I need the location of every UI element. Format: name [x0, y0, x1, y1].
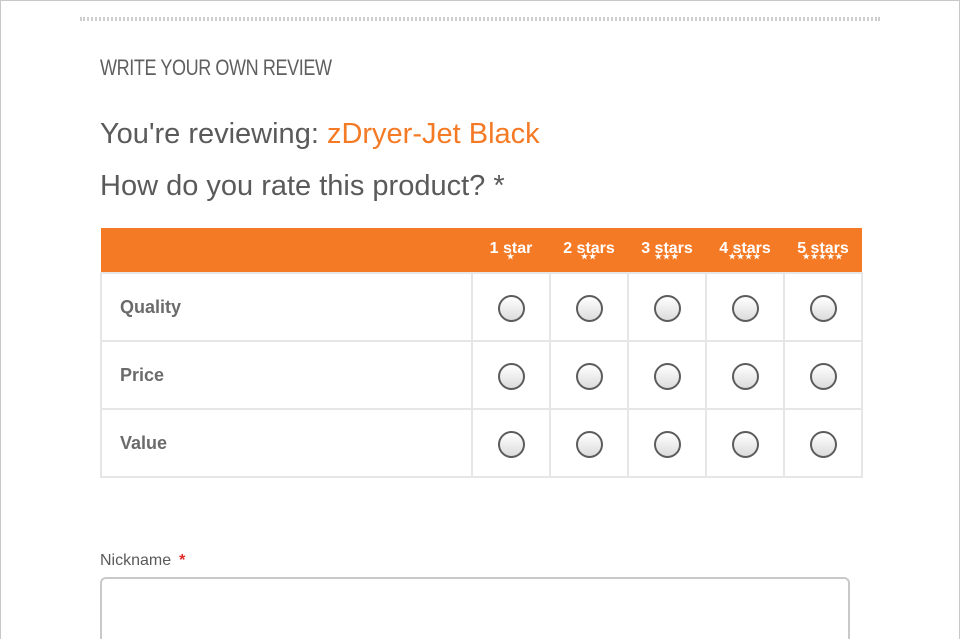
dotted-divider: [80, 17, 880, 21]
radio-cell: [783, 408, 863, 478]
radio-cell: [783, 340, 863, 410]
value-3-stars-radio[interactable]: [653, 430, 681, 458]
star-icon: ★★★: [654, 252, 680, 261]
radio-cell: [471, 408, 551, 478]
rating-row-price: Price: [100, 340, 863, 410]
rating-header-blank: [101, 228, 472, 273]
price-1-star-radio[interactable]: [497, 362, 525, 390]
section-title: WRITE YOUR OWN REVIEW: [100, 55, 332, 80]
radio-cell: [471, 340, 551, 410]
value-4-stars-radio[interactable]: [731, 430, 759, 458]
radio-cell: [627, 340, 707, 410]
reviewing-prefix: You're reviewing:: [100, 118, 319, 150]
column-header-3-stars: 3 stars ★★★: [628, 228, 706, 273]
nickname-label: Nickname *: [100, 552, 185, 570]
row-label-price: Price: [100, 340, 473, 410]
radio-cell: [549, 408, 629, 478]
column-header-5-stars: 5 stars ★★★★★: [784, 228, 862, 273]
nickname-label-text: Nickname: [100, 552, 172, 569]
row-label-value: Value: [100, 408, 473, 478]
price-5-stars-radio[interactable]: [809, 362, 837, 390]
column-header-4-stars: 4 stars ★★★★: [706, 228, 784, 273]
rate-question: How do you rate this product? *: [100, 170, 505, 202]
column-header-2-stars: 2 stars ★★: [550, 228, 628, 273]
star-icon: ★★★★: [728, 252, 762, 261]
nickname-input[interactable]: [100, 577, 850, 639]
column-header-1-star: 1 star ★: [472, 228, 550, 273]
star-icon: ★: [506, 252, 516, 261]
rating-row-quality: Quality: [100, 272, 863, 342]
row-label-quality: Quality: [100, 272, 473, 342]
price-4-stars-radio[interactable]: [731, 362, 759, 390]
value-5-stars-radio[interactable]: [809, 430, 837, 458]
star-icon: ★★★★★: [802, 252, 844, 261]
price-3-stars-radio[interactable]: [653, 362, 681, 390]
radio-cell: [627, 408, 707, 478]
rating-table: 1 star ★ 2 stars ★★ 3 stars ★★★ 4 stars …: [100, 228, 863, 478]
product-name: zDryer-Jet Black: [326, 118, 540, 150]
rating-header-row: 1 star ★ 2 stars ★★ 3 stars ★★★ 4 stars …: [101, 228, 862, 273]
radio-cell: [705, 272, 785, 342]
radio-cell: [471, 272, 551, 342]
required-asterisk: *: [179, 552, 186, 569]
quality-1-star-radio[interactable]: [497, 294, 525, 322]
radio-cell: [705, 408, 785, 478]
rating-row-value: Value: [100, 408, 863, 478]
reviewing-heading: You're reviewing: zDryer-Jet Black: [100, 118, 540, 151]
radio-cell: [549, 340, 629, 410]
value-2-stars-radio[interactable]: [575, 430, 603, 458]
quality-2-stars-radio[interactable]: [575, 294, 603, 322]
radio-cell: [627, 272, 707, 342]
value-1-star-radio[interactable]: [497, 430, 525, 458]
quality-5-stars-radio[interactable]: [809, 294, 837, 322]
star-icon: ★★: [580, 252, 598, 261]
radio-cell: [705, 340, 785, 410]
price-2-stars-radio[interactable]: [575, 362, 603, 390]
radio-cell: [549, 272, 629, 342]
radio-cell: [783, 272, 863, 342]
quality-4-stars-radio[interactable]: [731, 294, 759, 322]
quality-3-stars-radio[interactable]: [653, 294, 681, 322]
